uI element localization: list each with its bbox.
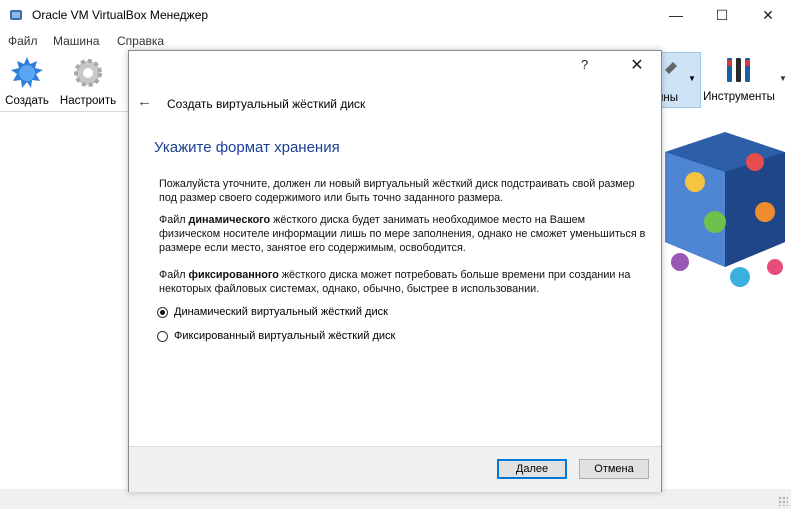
- dynamic-disk-option[interactable]: Динамический виртуальный жёсткий диск: [157, 306, 388, 318]
- page-heading: Укажите формат хранения: [154, 139, 340, 156]
- maximize-icon: ☐: [715, 6, 729, 23]
- machines-dropdown-arrow-icon[interactable]: ▼: [688, 74, 696, 83]
- cancel-button[interactable]: Отмена: [579, 459, 649, 479]
- create-star-icon: [11, 57, 43, 88]
- gear-icon: [74, 59, 102, 87]
- machine-tools-icon: [665, 62, 677, 74]
- resize-grip-icon[interactable]: [778, 496, 788, 506]
- minimize-button[interactable]: —: [653, 0, 699, 30]
- window-title: Oracle VM VirtualBox Менеджер: [32, 8, 209, 22]
- dialog-footer: Далее Отмена: [129, 446, 661, 492]
- help-icon[interactable]: ?: [581, 57, 588, 72]
- fixed-radio[interactable]: [157, 330, 168, 342]
- fixed-keyword: фиксированного: [188, 269, 279, 281]
- fixed-radio-label: Фиксированный виртуальный жёсткий диск: [174, 330, 396, 342]
- dynamic-description: Файл динамического жёсткого диска будет …: [159, 214, 646, 254]
- dynamic-radio-label: Динамический виртуальный жёсткий диск: [174, 306, 388, 318]
- close-button[interactable]: ✕: [745, 0, 791, 30]
- create-button[interactable]: Создать: [4, 56, 50, 107]
- wizard-title: Создать виртуальный жёсткий диск: [167, 97, 366, 111]
- tools-label: Инструменты: [703, 91, 775, 103]
- fixed-description: Файл фиксированного жёсткого диска может…: [159, 269, 631, 295]
- menu-machine[interactable]: Машина: [53, 34, 99, 48]
- close-icon: ✕: [762, 6, 774, 23]
- minimize-icon: —: [669, 7, 683, 23]
- fixed-disk-option[interactable]: Фиксированный виртуальный жёсткий диск: [157, 330, 395, 342]
- title-bar: Oracle VM VirtualBox Менеджер — ☐ ✕: [0, 0, 791, 30]
- create-label: Создать: [5, 95, 49, 107]
- next-button[interactable]: Далее: [497, 459, 567, 479]
- maximize-button[interactable]: ☐: [699, 0, 745, 30]
- menu-bar: Файл Машина Справка: [0, 30, 791, 50]
- settings-label: Настроить: [59, 95, 117, 107]
- settings-button[interactable]: Настроить: [58, 56, 118, 107]
- status-bar: [0, 489, 791, 509]
- dialog-close-button[interactable]: ✕: [625, 55, 649, 75]
- dynamic-radio[interactable]: [157, 306, 168, 318]
- menu-file[interactable]: Файл: [8, 34, 38, 48]
- back-arrow-icon[interactable]: ←: [137, 93, 155, 111]
- tools-icon: [727, 58, 750, 82]
- intro-paragraph: Пожалуйста уточните, должен ли новый вир…: [159, 178, 635, 204]
- menu-help[interactable]: Справка: [117, 34, 164, 48]
- virtualbox-logo-icon: [10, 10, 22, 20]
- tools-dropdown-arrow-icon[interactable]: ▼: [779, 74, 787, 83]
- create-disk-dialog: ? ✕ ← Создать виртуальный жёсткий диск У…: [128, 50, 662, 492]
- tools-button[interactable]: Инструменты: [701, 56, 777, 103]
- dynamic-keyword: динамического: [188, 214, 271, 226]
- virtualbox-welcome-illustration: [665, 132, 785, 287]
